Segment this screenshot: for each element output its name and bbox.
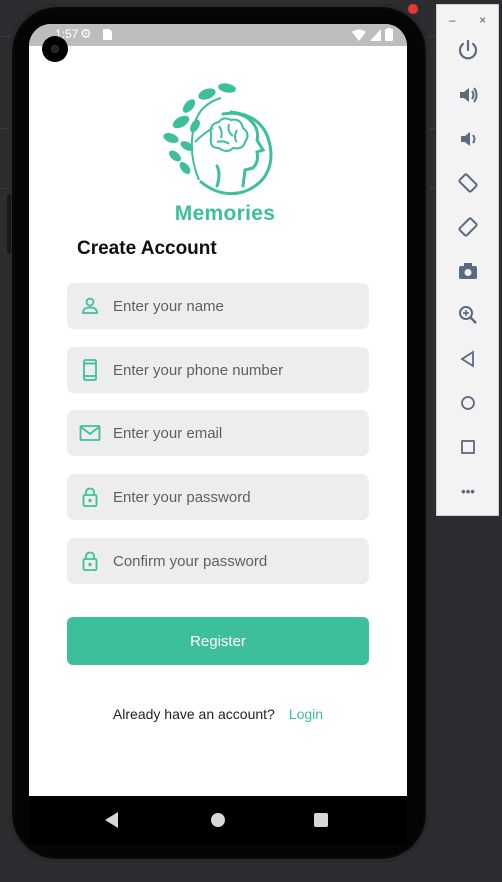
email-field[interactable]	[67, 410, 369, 456]
password-input[interactable]	[113, 474, 353, 520]
overview-button[interactable]	[453, 432, 483, 462]
camera-icon	[459, 263, 477, 279]
rotate-right-icon	[458, 217, 478, 237]
login-prompt: Already have an account? Login	[29, 706, 407, 722]
home-button[interactable]	[453, 388, 483, 418]
name-field[interactable]	[67, 283, 369, 329]
screenshot-button[interactable]	[453, 256, 483, 286]
signal-icon	[370, 28, 381, 41]
back-button[interactable]	[453, 344, 483, 374]
home-circle-icon	[461, 396, 475, 410]
login-link[interactable]: Login	[289, 706, 323, 722]
app-name: Memories	[174, 202, 276, 225]
person-icon	[82, 297, 98, 314]
rotate-left-icon	[458, 173, 478, 193]
back-triangle-icon	[460, 350, 474, 368]
zoom-button[interactable]	[453, 300, 483, 330]
phone-icon	[83, 359, 97, 381]
wifi-icon	[352, 29, 366, 41]
volume-up-button[interactable]	[453, 80, 483, 110]
close-button[interactable]: ×	[479, 13, 486, 27]
rotate-right-button[interactable]	[453, 212, 483, 242]
emulator-toolbar: – × •••	[436, 4, 499, 516]
volume-down-icon	[461, 132, 476, 146]
mail-icon	[79, 425, 101, 441]
rotate-left-button[interactable]	[453, 168, 483, 198]
power-icon	[458, 39, 478, 60]
zoom-icon	[459, 306, 477, 324]
register-button[interactable]: Register	[67, 617, 369, 665]
status-bar: 1:57 ⚙	[29, 24, 407, 46]
power-button[interactable]	[453, 35, 483, 65]
overview-square-icon	[461, 440, 475, 454]
confirm-password-input[interactable]	[113, 538, 353, 584]
battery-icon	[385, 28, 393, 41]
recents-icon[interactable]	[314, 813, 328, 827]
camera-icon	[42, 36, 68, 62]
lock-icon	[82, 551, 98, 571]
home-icon[interactable]	[211, 813, 225, 827]
notification-dot	[408, 4, 418, 14]
lock-icon	[82, 487, 98, 507]
volume-button	[7, 194, 11, 254]
phone-field[interactable]	[67, 347, 369, 393]
login-question: Already have an account?	[112, 706, 275, 722]
back-icon[interactable]	[105, 812, 118, 828]
phone-input[interactable]	[113, 347, 353, 393]
volume-up-icon	[460, 87, 478, 103]
android-nav-bar	[29, 796, 407, 844]
page-title: Create Account	[77, 238, 217, 259]
volume-down-button[interactable]	[453, 124, 483, 154]
name-input[interactable]	[113, 283, 353, 329]
email-input[interactable]	[113, 410, 353, 456]
sd-card-icon	[103, 29, 112, 40]
app-screen: 1:57 ⚙ Memories Create Account Enter you…	[29, 24, 407, 796]
minimize-button[interactable]: –	[449, 13, 456, 27]
confirm-password-field[interactable]	[67, 538, 369, 584]
memories-logo-icon	[163, 83, 273, 196]
password-field[interactable]	[67, 474, 369, 520]
settings-icon: ⚙	[80, 26, 92, 41]
more-button[interactable]: •••	[453, 476, 483, 506]
